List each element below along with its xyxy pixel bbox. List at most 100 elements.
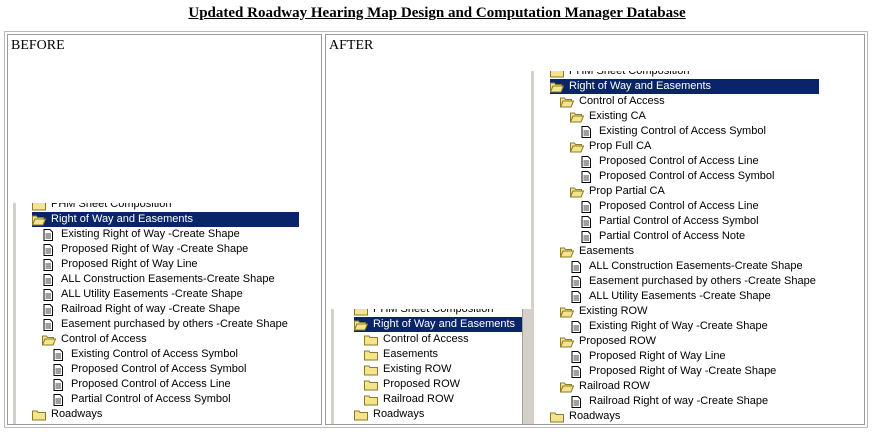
tree-item-document[interactable]: ALL Utility Easements -Create Shape xyxy=(570,289,773,304)
tree-item-folder[interactable]: Prop Partial CA xyxy=(569,184,667,199)
tree-item-label: Railroad Right of way -Create Shape xyxy=(61,303,241,315)
tree-item-folder[interactable]: PHM Sheet Composition xyxy=(354,309,495,317)
folder-icon xyxy=(364,394,378,406)
document-icon xyxy=(570,365,584,378)
tree-item-folder[interactable]: Right of Way and Easements xyxy=(549,79,819,94)
folder-icon xyxy=(550,71,564,78)
tree-item-label: Existing ROW xyxy=(579,305,648,317)
tree-item-folder[interactable]: Railroad ROW xyxy=(559,379,652,394)
tree-item-document[interactable]: Existing Right of Way -Create Shape xyxy=(570,319,770,334)
tree-item-label: Proposed Right of Way Line xyxy=(589,350,726,362)
tree-item-folder[interactable]: Proposed ROW xyxy=(559,334,658,349)
document-icon xyxy=(42,258,56,271)
tree-item-folder[interactable]: Roadways xyxy=(550,409,622,424)
folder-icon xyxy=(364,334,378,346)
tree-item-document[interactable]: Proposed Right of Way Line xyxy=(570,349,728,364)
tree-item-label: Roadways xyxy=(51,408,103,420)
folder-open-icon xyxy=(559,96,575,108)
tree-item-document[interactable]: Proposed Control of Access Line xyxy=(580,199,761,214)
tree-item-label: Roadways xyxy=(569,410,621,422)
folder-open-icon xyxy=(353,319,369,331)
tree-item-label: Easements xyxy=(579,245,635,257)
tree-item-document[interactable]: ALL Construction Easements-Create Shape xyxy=(570,259,805,274)
tree-item-label: Proposed Right of Way -Create Shape xyxy=(589,365,777,377)
folder-open-icon xyxy=(549,81,565,93)
tree-item-label: Partial Control of Access Note xyxy=(599,230,746,242)
tree-item-label: Prop Full CA xyxy=(589,140,652,152)
tree-item-folder[interactable]: Control of Access xyxy=(364,332,471,347)
tree-item-document[interactable]: Proposed Right of Way Line xyxy=(42,257,200,272)
folder-open-icon xyxy=(559,336,575,348)
tree-item-document[interactable]: Easement purchased by others -Create Sha… xyxy=(570,274,818,289)
tree-item-folder[interactable]: Existing ROW xyxy=(364,362,453,377)
document-icon xyxy=(580,230,594,243)
tree-item-document[interactable]: Existing Right of Way -Create Shape xyxy=(42,227,242,242)
tree-item-folder[interactable]: Right of Way and Easements xyxy=(353,317,525,332)
tree-item-folder[interactable]: PHM Sheet Composition xyxy=(32,203,173,212)
after-label: AFTER xyxy=(329,38,374,53)
document-icon xyxy=(570,350,584,363)
tree-item-folder[interactable]: Right of Way and Easements xyxy=(31,212,299,227)
tree-item-document[interactable]: Partial Control of Access Note xyxy=(580,229,747,244)
folder-open-icon xyxy=(569,186,585,198)
tree-item-document[interactable]: Easement purchased by others -Create Sha… xyxy=(42,317,290,332)
folder-icon xyxy=(354,409,368,421)
document-icon xyxy=(570,290,584,303)
document-icon xyxy=(42,228,56,241)
tree-item-document[interactable]: Proposed Control of Access Line xyxy=(52,377,233,392)
tree-item-folder[interactable]: Control of Access xyxy=(559,94,667,109)
folder-icon xyxy=(364,364,378,376)
tree-item-folder[interactable]: Control of Access xyxy=(41,332,149,347)
before-tree[interactable]: PHM Sheet Composition Right of Way and Ea… xyxy=(13,203,299,424)
tree-item-document[interactable]: Existing Control of Access Symbol xyxy=(580,124,768,139)
folder-icon xyxy=(354,309,368,316)
tree-item-document[interactable]: ALL Construction Easements-Create Shape xyxy=(42,272,277,287)
tree-item-label: Partial Control of Access Symbol xyxy=(71,393,231,405)
tree-item-document[interactable]: Partial Control of Access Symbol xyxy=(580,214,761,229)
tree-scrollbar[interactable] xyxy=(522,309,531,424)
tree-item-label: Railroad Right of way -Create Shape xyxy=(589,395,769,407)
tree-item-document[interactable]: ALL Utility Easements -Create Shape xyxy=(42,287,245,302)
folder-open-icon xyxy=(559,246,575,258)
tree-item-folder[interactable]: Roadways xyxy=(354,407,426,422)
tree-item-label: Control of Access xyxy=(579,95,665,107)
tree-item-label: Easement purchased by others -Create Sha… xyxy=(61,318,288,330)
folder-open-icon xyxy=(569,111,585,123)
tree-item-document[interactable]: Proposed Control of Access Symbol xyxy=(52,362,248,377)
after-collapsed-tree[interactable]: PHM Sheet Composition Right of Way and Ea… xyxy=(331,309,525,424)
tree-item-folder[interactable]: Existing ROW xyxy=(559,304,649,319)
tree-item-document[interactable]: Proposed Right of Way -Create Shape xyxy=(570,364,778,379)
tree-item-label: Proposed Right of Way -Create Shape xyxy=(61,243,249,255)
tree-item-folder[interactable]: Prop Full CA xyxy=(569,139,653,154)
tree-item-folder[interactable]: PHM Sheet Composition xyxy=(550,71,691,79)
folder-icon xyxy=(364,349,378,361)
before-label: BEFORE xyxy=(11,38,65,53)
tree-item-folder[interactable]: Easements xyxy=(364,347,440,362)
tree-item-label: Easement purchased by others -Create Sha… xyxy=(589,275,816,287)
tree-item-folder[interactable]: Easements xyxy=(559,244,636,259)
tree-item-folder[interactable]: Proposed ROW xyxy=(364,377,462,392)
tree-item-document[interactable]: Proposed Control of Access Symbol xyxy=(580,169,776,184)
tree-item-document[interactable]: Existing Control of Access Symbol xyxy=(52,347,240,362)
tree-item-document[interactable]: Railroad Right of way -Create Shape xyxy=(42,302,242,317)
tree-item-folder[interactable]: Railroad ROW xyxy=(364,392,456,407)
after-expanded-tree[interactable]: PHM Sheet Composition Right of Way and Ea… xyxy=(531,71,819,424)
tree-item-document[interactable]: Partial Control of Access Symbol xyxy=(52,392,233,407)
tree-item-document[interactable]: Proposed Right of Way -Create Shape xyxy=(42,242,250,257)
tree-item-folder[interactable]: Existing CA xyxy=(569,109,648,124)
tree-item-document[interactable]: Proposed Control of Access Line xyxy=(580,154,761,169)
document-icon xyxy=(52,348,66,361)
tree-item-label: Railroad ROW xyxy=(579,380,650,392)
folder-open-icon xyxy=(569,141,585,153)
tree-item-label: Easements xyxy=(383,348,439,360)
folder-icon xyxy=(32,409,46,421)
tree-item-label: Prop Partial CA xyxy=(589,185,665,197)
before-panel: BEFORE PHM Sheet Composition Right of Way… xyxy=(7,34,322,425)
page-title: Updated Roadway Hearing Map Design and C… xyxy=(188,5,686,21)
tree-item-document[interactable]: Railroad Right of way -Create Shape xyxy=(570,394,770,409)
tree-item-label: Existing Right of Way -Create Shape xyxy=(61,228,240,240)
tree-item-label: PHM Sheet Composition xyxy=(569,71,690,77)
tree-item-folder[interactable]: Roadways xyxy=(32,407,104,422)
tree-item-label: PHM Sheet Composition xyxy=(373,309,494,315)
document-icon xyxy=(580,155,594,168)
